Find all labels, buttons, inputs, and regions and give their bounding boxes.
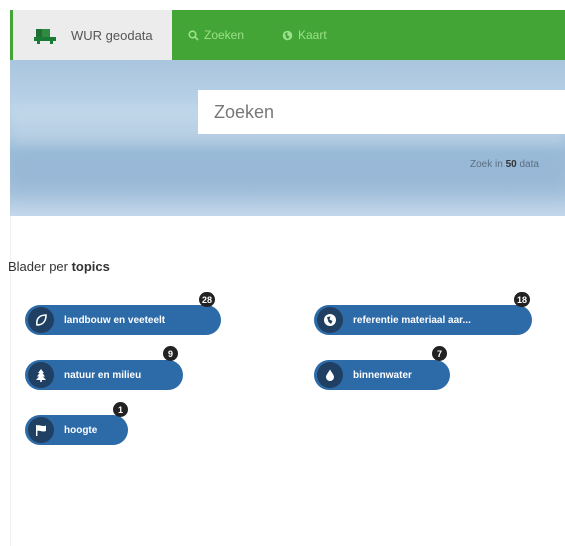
nav-kaart-label: Kaart bbox=[298, 28, 327, 42]
topics-heading: Blader per topics bbox=[8, 259, 110, 274]
topic-count-badge: 28 bbox=[199, 292, 216, 307]
brand-name: WUR geodata bbox=[71, 27, 153, 43]
topic-referentie-materiaal[interactable]: referentie materiaal aar... bbox=[314, 305, 532, 335]
top-navbar: WUR geodata Zoeken Kaart bbox=[10, 10, 565, 60]
topic-natuur-en-milieu[interactable]: natuur en milieu bbox=[25, 360, 183, 390]
tractor-logo-icon bbox=[34, 29, 56, 44]
topic-landbouw-en-veeteelt[interactable]: landbouw en veeteelt bbox=[25, 305, 221, 335]
search-icon bbox=[188, 29, 199, 41]
hero-banner: Zoek in 50 data bbox=[10, 60, 565, 216]
topic-label: hoogte bbox=[64, 424, 98, 436]
topic-label: natuur en milieu bbox=[64, 369, 142, 381]
topic-count-badge: 1 bbox=[113, 402, 128, 417]
globe-icon bbox=[282, 30, 293, 41]
topic-count-badge: 7 bbox=[432, 346, 447, 361]
nav-kaart[interactable]: Kaart bbox=[282, 10, 327, 60]
topic-label: landbouw en veeteelt bbox=[64, 314, 166, 326]
search-input[interactable] bbox=[198, 90, 565, 134]
nav-zoeken[interactable]: Zoeken bbox=[188, 10, 244, 60]
tree-icon bbox=[28, 362, 54, 388]
topic-count-badge: 18 bbox=[514, 292, 531, 307]
topic-label: binnenwater bbox=[353, 369, 412, 381]
topic-count-badge: 9 bbox=[163, 346, 178, 361]
leaf-icon bbox=[28, 307, 54, 333]
globe-icon bbox=[317, 307, 343, 333]
topic-binnenwater[interactable]: binnenwater bbox=[314, 360, 450, 390]
brand-link[interactable]: WUR geodata bbox=[10, 10, 172, 60]
topic-label: referentie materiaal aar... bbox=[353, 314, 471, 326]
search-hint: Zoek in 50 data bbox=[470, 159, 539, 170]
dataset-count: 50 bbox=[505, 159, 517, 170]
nav-zoeken-label: Zoeken bbox=[204, 28, 245, 42]
water-drop-icon bbox=[317, 362, 343, 388]
topic-hoogte[interactable]: hoogte bbox=[25, 415, 128, 445]
flag-icon bbox=[28, 417, 54, 443]
